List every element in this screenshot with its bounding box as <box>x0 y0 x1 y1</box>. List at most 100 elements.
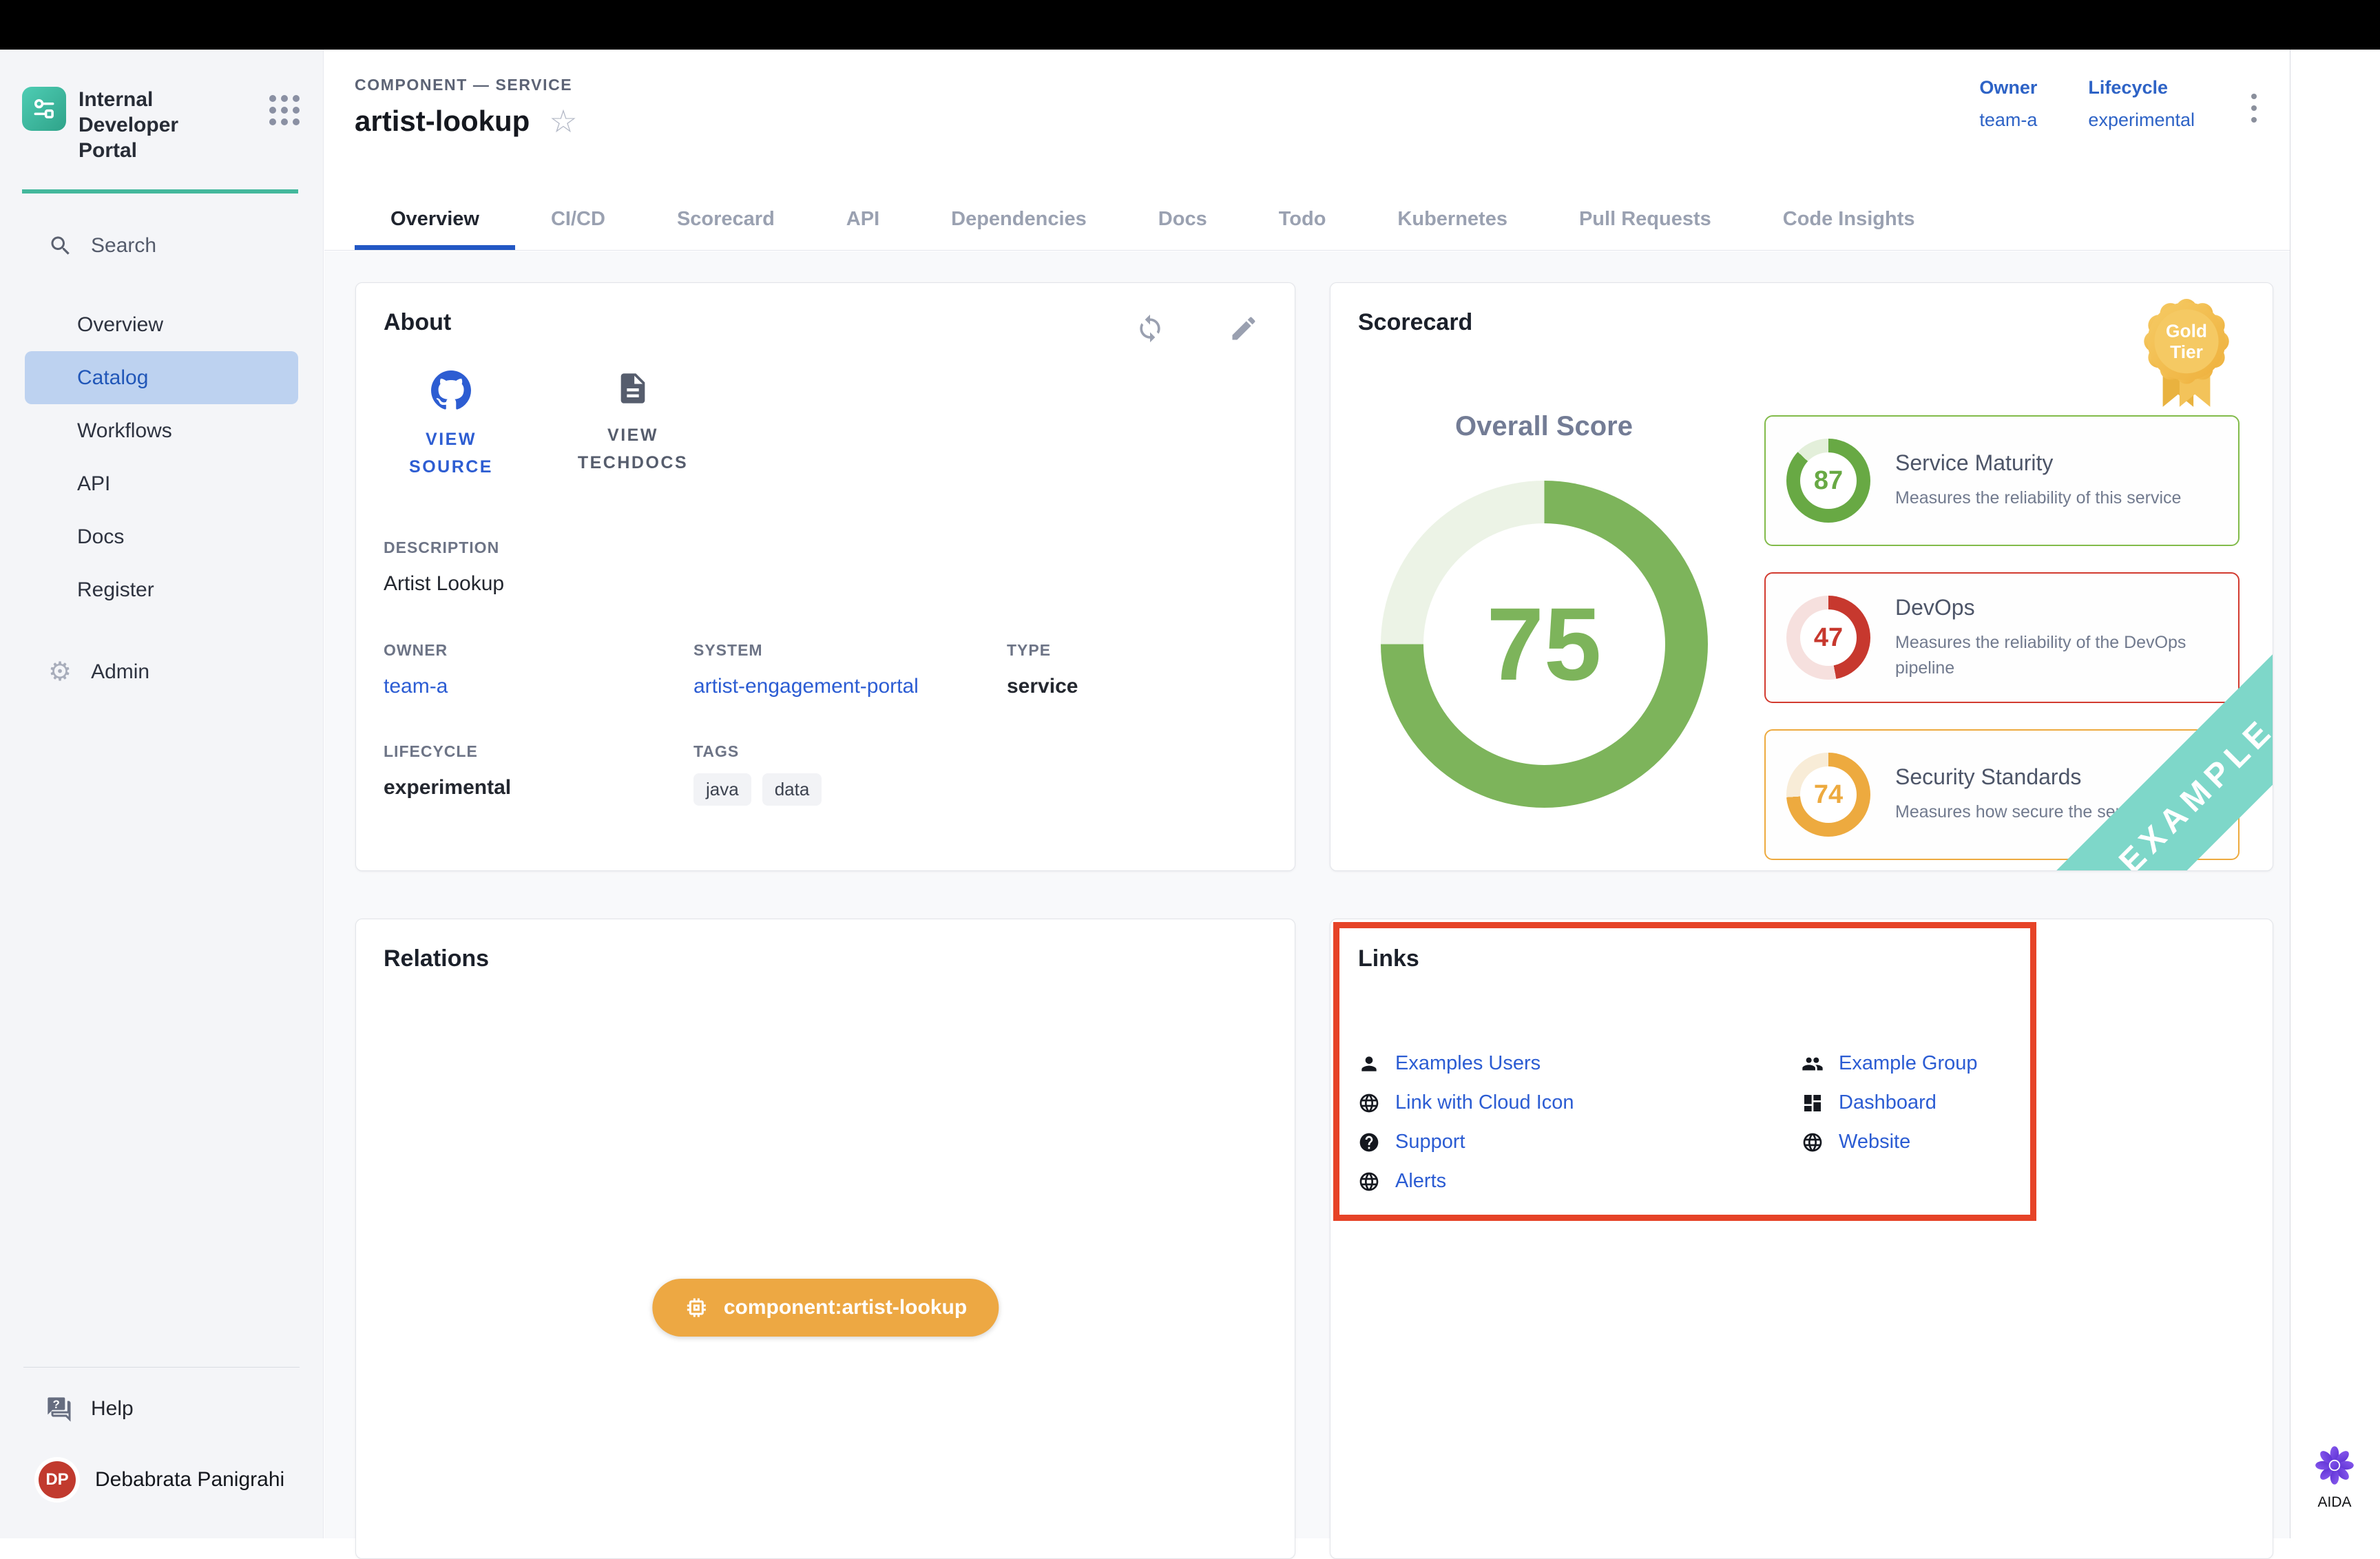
badge-line1: Gold <box>2166 321 2207 342</box>
tab-dependencies[interactable]: Dependencies <box>915 208 1123 250</box>
tag-chip[interactable]: data <box>762 773 822 806</box>
score-name: Service Maturity <box>1895 450 2181 476</box>
favorite-star-icon[interactable]: ☆ <box>549 105 577 137</box>
field-owner: OWNER team-a <box>384 641 693 698</box>
tab-cicd[interactable]: CI/CD <box>515 208 641 250</box>
sidebar-search[interactable]: Search <box>48 233 323 258</box>
page-title: artist-lookup <box>355 105 530 138</box>
overall-score-ring: 75 <box>1381 481 1708 808</box>
view-source-button[interactable]: VIEW SOURCE <box>389 370 513 481</box>
overall-score-value: 75 <box>1381 481 1708 808</box>
field-system: SYSTEM artist-engagement-portal <box>693 641 1007 698</box>
github-icon <box>431 370 471 410</box>
tab-api[interactable]: API <box>811 208 915 250</box>
help-button[interactable]: ? Help <box>45 1395 323 1423</box>
tab-bar: Overview CI/CD Scorecard API Dependencie… <box>355 208 1950 250</box>
refresh-icon <box>1135 313 1165 344</box>
search-icon <box>48 233 73 258</box>
sidebar-item-docs[interactable]: Docs <box>0 510 323 563</box>
aida-label: AIDA <box>2301 1494 2368 1511</box>
sidebar: Internal Developer Portal Search Overvie… <box>0 50 324 1538</box>
example-ribbon-wrap: EXAMPLE <box>1949 547 2273 870</box>
sidebar-item-label: API <box>77 472 110 496</box>
sidebar-item-label: Docs <box>77 525 124 549</box>
kebab-menu-icon[interactable] <box>2246 94 2262 131</box>
sidebar-item-api[interactable]: API <box>0 457 323 510</box>
sidebar-item-admin[interactable]: ⚙ Admin <box>48 659 323 685</box>
link-alerts[interactable]: Alerts <box>1358 1162 1802 1201</box>
field-type: TYPE service <box>1007 641 1267 698</box>
system-field-value[interactable]: artist-engagement-portal <box>693 675 1007 698</box>
breadcrumb: COMPONENT — SERVICE <box>355 76 572 94</box>
score-item-service-maturity: 87 Service Maturity Measures the reliabi… <box>1764 415 2240 546</box>
edit-button[interactable] <box>1229 313 1259 347</box>
lifecycle-field-label: LIFECYCLE <box>384 742 693 761</box>
description-label: DESCRIPTION <box>384 538 1267 557</box>
sidebar-item-label: Workflows <box>77 419 172 443</box>
brand: Internal Developer Portal <box>0 50 323 163</box>
tab-pull-requests[interactable]: Pull Requests <box>1543 208 1747 250</box>
link-examples-users[interactable]: Examples Users <box>1358 1044 1802 1083</box>
tab-docs[interactable]: Docs <box>1123 208 1243 250</box>
tab-overview[interactable]: Overview <box>355 208 515 250</box>
globe-icon <box>1358 1171 1380 1193</box>
owner-block: Owner team-a <box>1979 77 2037 131</box>
link-cloud-icon[interactable]: Link with Cloud Icon <box>1358 1083 1802 1122</box>
chip-icon <box>684 1295 709 1320</box>
aida-flower-icon <box>2315 1445 2355 1485</box>
avatar: DP <box>39 1461 76 1498</box>
link-label: Alerts <box>1395 1170 1446 1193</box>
tag-chip[interactable]: java <box>693 773 751 806</box>
score-description: Measures the reliability of this service <box>1895 485 2181 511</box>
admin-label: Admin <box>91 660 149 684</box>
apps-grid-icon[interactable] <box>269 95 300 125</box>
score-value: 74 <box>1786 753 1870 837</box>
relations-entity-chip[interactable]: component:artist-lookup <box>652 1279 999 1337</box>
badge-line2: Tier <box>2170 342 2203 362</box>
dashboard-icon <box>1802 1092 1824 1114</box>
type-field-label: TYPE <box>1007 641 1267 660</box>
view-source-label: VIEW SOURCE <box>389 426 513 481</box>
lifecycle-value[interactable]: experimental <box>2088 109 2195 131</box>
link-label: Support <box>1395 1131 1465 1153</box>
score-value: 47 <box>1786 596 1870 680</box>
system-field-label: SYSTEM <box>693 641 1007 660</box>
sidebar-item-workflows[interactable]: Workflows <box>0 404 323 457</box>
sidebar-item-register[interactable]: Register <box>0 563 323 616</box>
app-logo[interactable] <box>22 87 66 131</box>
field-description: DESCRIPTION Artist Lookup <box>384 538 1267 596</box>
tab-scorecard[interactable]: Scorecard <box>641 208 811 250</box>
relations-card: Relations component:artist-lookup <box>355 919 1295 1559</box>
owner-label: Owner <box>1979 77 2037 98</box>
aida-button[interactable]: AIDA <box>2301 1445 2368 1511</box>
globe-icon <box>1802 1131 1824 1153</box>
link-dashboard[interactable]: Dashboard <box>1802 1083 2245 1122</box>
svg-text:?: ? <box>53 1398 60 1411</box>
links-card: Links Examples Users Link with Cloud Ico… <box>1330 919 2273 1559</box>
view-techdocs-button[interactable]: VIEW TECHDOCS <box>571 370 695 481</box>
owner-value[interactable]: team-a <box>1979 109 2037 131</box>
globe-icon <box>1358 1092 1380 1114</box>
sidebar-divider <box>23 1367 300 1368</box>
brand-underline <box>22 189 298 193</box>
link-example-group[interactable]: Example Group <box>1802 1044 2245 1083</box>
sidebar-item-label: Catalog <box>77 366 148 390</box>
help-label: Help <box>91 1397 134 1421</box>
type-field-value: service <box>1007 675 1267 698</box>
sidebar-item-overview[interactable]: Overview <box>0 298 323 351</box>
owner-field-value[interactable]: team-a <box>384 675 693 698</box>
tags-field-label: TAGS <box>693 742 1007 761</box>
sidebar-item-catalog[interactable]: Catalog <box>25 351 298 404</box>
tab-code-insights[interactable]: Code Insights <box>1747 208 1951 250</box>
refresh-button[interactable] <box>1135 313 1165 347</box>
score-ring: 47 <box>1786 596 1870 680</box>
link-support[interactable]: Support <box>1358 1122 1802 1162</box>
tab-kubernetes[interactable]: Kubernetes <box>1361 208 1543 250</box>
help-icon <box>1358 1131 1380 1153</box>
gold-tier-badge: Gold Tier <box>2138 297 2235 419</box>
group-icon <box>1802 1053 1824 1075</box>
tab-todo[interactable]: Todo <box>1243 208 1362 250</box>
scorecard-card: Scorecard Gold Tie <box>1330 282 2273 871</box>
user-profile[interactable]: DP Debabrata Panigrahi <box>39 1461 323 1498</box>
link-website[interactable]: Website <box>1802 1122 2245 1162</box>
